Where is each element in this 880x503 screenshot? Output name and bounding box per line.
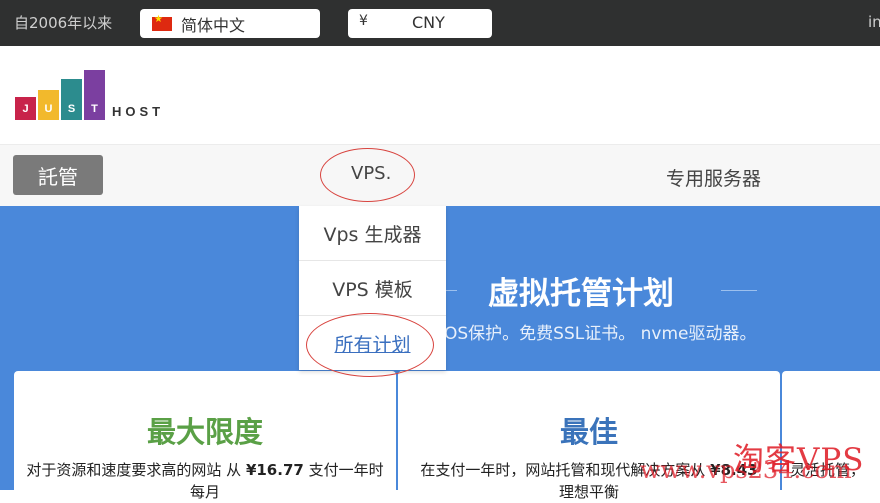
currency-symbol: ¥ xyxy=(359,13,368,29)
plan-title: 最佳 xyxy=(559,415,618,449)
header: J U S T HOST xyxy=(0,46,880,144)
currency-code: CNY xyxy=(412,13,445,32)
title-line-right xyxy=(721,290,757,291)
nav-dedicated-servers[interactable]: 专用服务器 xyxy=(666,164,761,191)
logo-bar-u: U xyxy=(38,90,59,120)
since-text: 自2006年以来 xyxy=(14,14,113,32)
annotation-circle-all-plans xyxy=(306,313,434,377)
main-nav: 託管 VPS. 专用服务器 xyxy=(0,144,880,206)
logo-bar-t: T xyxy=(84,70,105,120)
language-select[interactable]: 简体中文 xyxy=(140,9,320,38)
watermark-text: 淘客VPS xyxy=(733,442,865,478)
china-flag-icon xyxy=(152,14,172,31)
plan-title: 最大限度 xyxy=(146,415,263,449)
menu-item-vps-templates[interactable]: VPS 模板 xyxy=(299,261,446,316)
menu-item-vps-builder[interactable]: Vps 生成器 xyxy=(299,206,446,261)
topbar-truncated-link[interactable]: in xyxy=(868,13,880,31)
currency-select[interactable]: ¥ CNY xyxy=(348,9,492,38)
nav-hosting-button[interactable]: 託管 xyxy=(13,155,103,195)
plan-description: 对于资源和速度要求高的网站 从 ¥16.77 支付一年时 每月 xyxy=(26,461,384,501)
hero-subtitle: OS保护。免费SSL证书。 nvme驱动器。 xyxy=(444,324,757,344)
plan-card-max[interactable]: 最大限度 对于资源和速度要求高的网站 从 ¥16.77 支付一年时 每月 xyxy=(14,371,396,501)
language-label: 简体中文 xyxy=(181,15,246,35)
annotation-circle-vps xyxy=(320,148,415,202)
plan-price: ¥16.77 xyxy=(245,461,304,479)
top-bar: 自2006年以来 简体中文 ¥ CNY in xyxy=(0,0,880,46)
logo-word: HOST xyxy=(112,104,165,119)
logo-bar-s: S xyxy=(61,79,82,120)
hero-title: 虚拟托管计划 xyxy=(488,276,674,312)
logo-bar-j: J xyxy=(15,97,36,120)
